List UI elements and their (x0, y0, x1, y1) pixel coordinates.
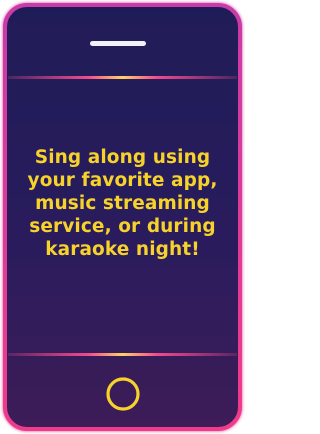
screen-bottom-divider (8, 353, 237, 356)
message-line: Sing along using (34, 147, 211, 168)
speaker-slot-icon (90, 41, 146, 46)
message-line: your favorite app, (27, 170, 218, 191)
message-line: service, or during (29, 216, 216, 237)
message-line: music streaming (35, 193, 210, 214)
karaoke-message: Sing along using your favorite app, musi… (20, 146, 225, 261)
screen-top-divider (8, 76, 237, 79)
phone-illustration: Sing along using your favorite app, musi… (0, 0, 245, 434)
message-line: karaoke night! (45, 239, 200, 260)
